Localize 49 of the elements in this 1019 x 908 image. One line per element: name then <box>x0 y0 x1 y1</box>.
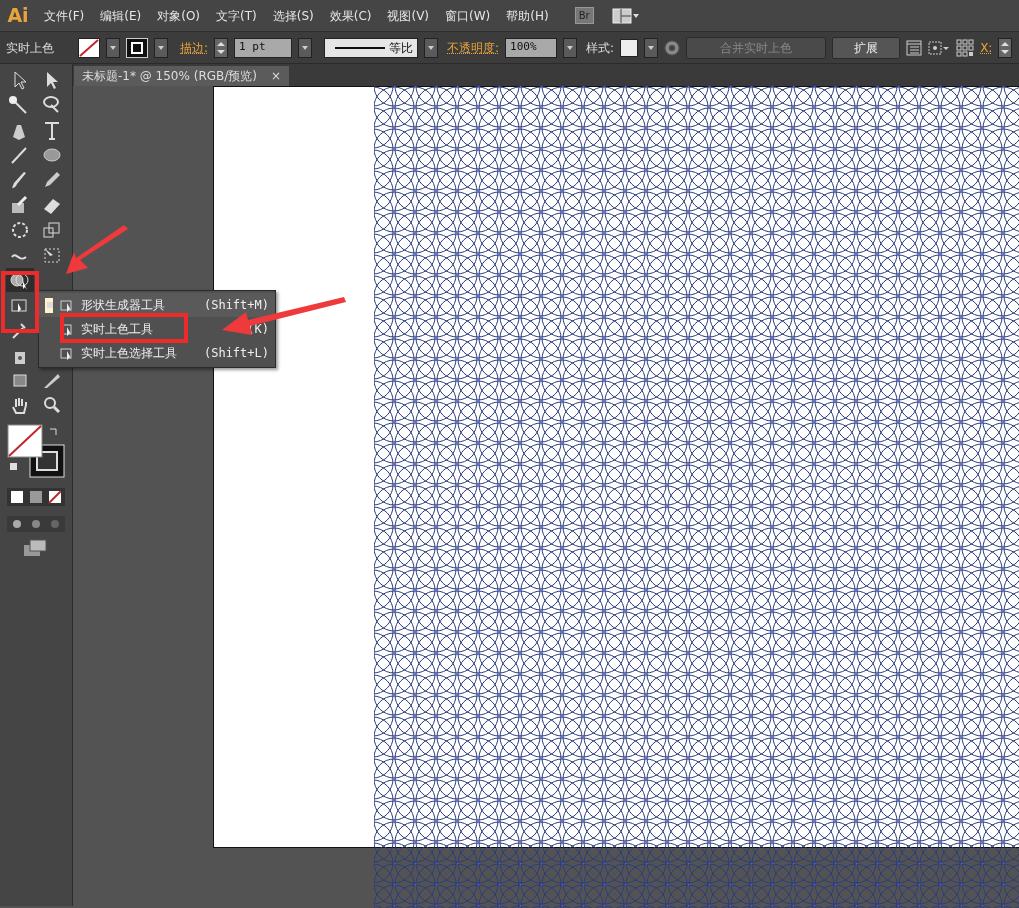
fill-none-swatch[interactable] <box>78 37 100 58</box>
document-tab[interactable]: 未标题-1* @ 150% (RGB/预览) × <box>74 66 290 86</box>
shortcut-label: (Shift+M) <box>203 297 269 314</box>
document-tab-title: 未标题-1* @ 150% (RGB/预览) <box>82 68 257 85</box>
fill-stroke-swatches[interactable] <box>6 423 68 479</box>
flyout-item[interactable]: 实时上色选择工具 (Shift+L) <box>39 341 275 365</box>
x-link[interactable]: X: <box>980 38 993 57</box>
stroke-profile-field[interactable]: 等比 <box>324 37 419 58</box>
stroke-weight-field[interactable]: 1 pt <box>234 37 293 58</box>
stroke-profile-label: 等比 <box>389 39 414 57</box>
recolor-icon[interactable] <box>664 39 681 56</box>
color-mode-buttons[interactable] <box>6 487 66 507</box>
flyout-item[interactable]: 形状生成器工具 (Shift+M) <box>39 293 275 317</box>
flyout-item-label: 实时上色工具 <box>81 321 153 338</box>
workspace-layout-icon[interactable] <box>611 7 640 24</box>
draw-mode-buttons[interactable] <box>6 515 66 533</box>
stepper-icon[interactable] <box>998 37 1013 58</box>
panel-menu-icon[interactable] <box>906 39 923 56</box>
screen-mode-icon[interactable] <box>22 539 48 557</box>
menu-item[interactable]: 效果(C) <box>321 6 380 25</box>
menu-item[interactable]: 文字(T) <box>208 6 265 25</box>
menu-item[interactable]: 视图(V) <box>379 6 438 25</box>
menu-item[interactable]: 帮助(H) <box>498 6 557 25</box>
stroke-swatch[interactable] <box>126 37 148 58</box>
expand-button[interactable]: 扩展 <box>832 36 901 59</box>
shortcut-label: (Shift+L) <box>203 345 269 362</box>
tab-close-button[interactable]: × <box>271 67 282 85</box>
style-swatch[interactable] <box>620 38 639 57</box>
menu-item[interactable]: 选择(S) <box>264 6 322 25</box>
align-grid-icon[interactable] <box>956 38 975 57</box>
mode-label: 实时上色 <box>6 39 54 57</box>
menu-item[interactable]: 对象(O) <box>149 6 209 25</box>
style-label: 样式: <box>586 39 615 57</box>
stepper-icon[interactable] <box>214 37 229 58</box>
opacity-link[interactable]: 不透明度: <box>447 38 500 57</box>
select-similar-icon[interactable] <box>928 39 951 56</box>
menu-item[interactable]: 编辑(E) <box>92 6 150 25</box>
live-paint-selection-icon <box>59 345 75 361</box>
stroke-link[interactable]: 描边: <box>180 38 209 57</box>
flyout-item-label: 实时上色选择工具 <box>81 345 177 362</box>
flyout-item-label: 形状生成器工具 <box>81 297 165 314</box>
annotation-frame <box>1 271 39 333</box>
menu-item[interactable]: 窗口(W) <box>437 6 499 25</box>
shape-builder-icon <box>59 297 75 313</box>
annotation-arrow <box>66 225 128 274</box>
menu-item[interactable]: 文件(F) <box>36 6 93 25</box>
bridge-button[interactable]: Br <box>574 7 594 24</box>
opacity-field[interactable]: 100% <box>505 37 558 58</box>
app-logo: Ai <box>6 3 30 29</box>
